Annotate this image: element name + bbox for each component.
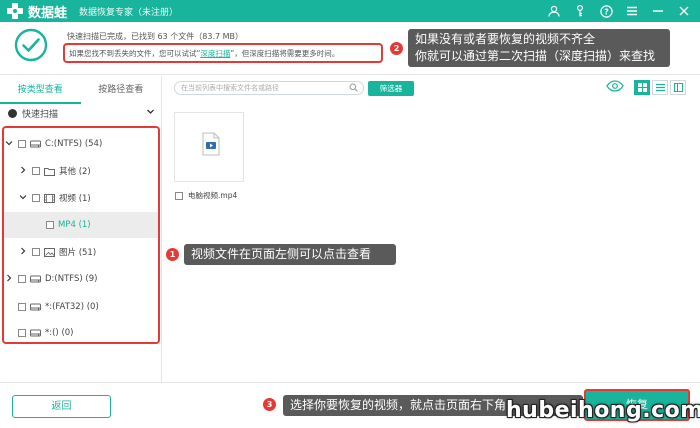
- app-logo-icon: [6, 2, 24, 20]
- chevron-down-icon[interactable]: [146, 107, 155, 119]
- checkbox[interactable]: [18, 303, 26, 311]
- checkbox[interactable]: [32, 248, 40, 256]
- back-button[interactable]: 返回: [12, 395, 111, 418]
- tree-item-label: MP4 (1): [58, 220, 91, 230]
- quick-scan-label: 快速扫描: [22, 109, 59, 120]
- file-name: 电脑视频.mp4: [188, 191, 238, 200]
- search-input[interactable]: 在当前列表中搜索文件名或路径: [174, 81, 364, 95]
- tree-item-label: D:(NTFS) (9): [45, 274, 98, 284]
- deep-scan-link[interactable]: 深度扫描: [200, 49, 230, 58]
- grid-view-icon[interactable]: [634, 80, 650, 95]
- svg-text:?: ?: [604, 7, 609, 16]
- callout-number-badge: 3: [263, 398, 276, 411]
- list-view-icon[interactable]: [652, 80, 668, 95]
- tab-by-type[interactable]: 按类型查看: [0, 76, 81, 104]
- quick-scan-row[interactable]: 快速扫描: [0, 104, 161, 122]
- chevron-down-icon[interactable]: [18, 193, 28, 203]
- view-tabs: 按类型查看 按路径查看: [0, 76, 161, 104]
- file-item[interactable]: 电脑视频.mp4: [175, 190, 237, 201]
- title-bar: 数据蛙 数据恢复专家（未注册） ?: [0, 0, 700, 22]
- close-icon[interactable]: [676, 3, 692, 19]
- callout-line: 视频文件在页面左侧可以点击查看: [191, 247, 372, 261]
- tree-item-d-drive[interactable]: D:(NTFS) (9): [4, 266, 158, 292]
- tree-item-unknown-drive[interactable]: *:() (0): [4, 320, 158, 346]
- video-icon: [44, 193, 55, 203]
- chevron-right-icon[interactable]: [18, 166, 28, 176]
- filter-button[interactable]: 筛选器: [368, 81, 414, 96]
- tree-item-label: *:() (0): [45, 328, 74, 338]
- app-name: 数据蛙: [28, 5, 68, 21]
- view-mode-toolbar: [606, 80, 686, 95]
- tree-item-mp4[interactable]: MP4 (1): [4, 212, 158, 238]
- callout-deep-scan: 如果没有或者要恢复的视频不齐全 你就可以通过第二次扫描（深度扫描）来查找: [408, 29, 670, 67]
- checkbox[interactable]: [175, 191, 183, 200]
- left-panel: 按类型查看 按路径查看 快速扫描 C:(NTFS) (54) 其他 (2) 视频…: [0, 76, 162, 382]
- menu-icon[interactable]: [624, 3, 640, 19]
- help-icon[interactable]: ?: [598, 3, 614, 19]
- tree-item-label: 图片 (51): [59, 248, 97, 258]
- quick-scan-dot-icon: [8, 108, 17, 118]
- callout-line: 如果没有或者要恢复的视频不齐全: [415, 32, 596, 46]
- drive-icon: [30, 329, 41, 338]
- window-controls: ?: [546, 3, 692, 19]
- tip-suffix: ”，但深度扫描将需要更多时间。: [230, 49, 340, 58]
- tree-item-label: C:(NTFS) (54): [45, 139, 103, 149]
- deep-scan-tip: 如果您找不到丢失的文件，您可以试试“深度扫描”，但深度扫描将需要更多时间。: [63, 43, 383, 63]
- callout-view-videos: 视频文件在页面左侧可以点击查看: [184, 244, 396, 265]
- tree-item-c-drive[interactable]: C:(NTFS) (54): [4, 131, 158, 157]
- eye-icon[interactable]: [606, 80, 624, 95]
- detail-view-icon[interactable]: [670, 80, 686, 95]
- callout-number-badge: 1: [166, 248, 179, 261]
- tab-by-path[interactable]: 按路径查看: [81, 76, 162, 104]
- category-tree: C:(NTFS) (54) 其他 (2) 视频 (1) MP4 (1) 图片 (…: [2, 126, 160, 344]
- checkbox[interactable]: [32, 167, 40, 175]
- chevron-right-icon[interactable]: [18, 247, 28, 257]
- checkbox[interactable]: [18, 275, 26, 283]
- drive-icon: [30, 275, 41, 284]
- user-icon[interactable]: [546, 3, 562, 19]
- minimize-icon[interactable]: [650, 3, 666, 19]
- app-subtitle: 数据恢复专家（未注册）: [79, 7, 179, 18]
- checkbox[interactable]: [32, 194, 40, 202]
- watermark-text: hubeihong.com: [506, 398, 700, 423]
- search-placeholder: 在当前列表中搜索文件名或路径: [181, 84, 279, 92]
- chevron-right-icon[interactable]: [4, 274, 14, 284]
- folder-icon: [44, 167, 55, 176]
- tree-item-fat32-drive[interactable]: *:(FAT32) (0): [4, 294, 158, 320]
- callout-line: 你就可以通过第二次扫描（深度扫描）来查找: [415, 49, 656, 63]
- tree-item-images[interactable]: 图片 (51): [4, 239, 158, 265]
- tree-item-label: 其他 (2): [59, 167, 91, 177]
- tip-prefix: 如果您找不到丢失的文件，您可以试试“: [69, 49, 201, 58]
- file-thumbnail[interactable]: [174, 112, 244, 182]
- callout-number-badge: 2: [390, 42, 403, 55]
- check-circle-icon: [14, 28, 48, 62]
- tree-item-label: 视频 (1): [59, 194, 91, 204]
- key-icon[interactable]: [572, 3, 588, 19]
- search-icon[interactable]: [349, 83, 358, 96]
- tree-item-other[interactable]: 其他 (2): [4, 158, 158, 184]
- tree-item-label: *:(FAT32) (0): [45, 302, 99, 312]
- scan-status-text: 快速扫描已完成，已找到 63 个文件（83.7 MB）: [67, 32, 244, 41]
- checkbox[interactable]: [18, 329, 26, 337]
- checkbox[interactable]: [46, 221, 54, 229]
- image-icon: [44, 247, 55, 257]
- tree-item-video[interactable]: 视频 (1): [4, 185, 158, 211]
- video-file-icon: [202, 132, 220, 159]
- drive-icon: [30, 303, 41, 312]
- drive-icon: [30, 140, 41, 149]
- chevron-down-icon[interactable]: [4, 139, 14, 149]
- checkbox[interactable]: [18, 140, 26, 148]
